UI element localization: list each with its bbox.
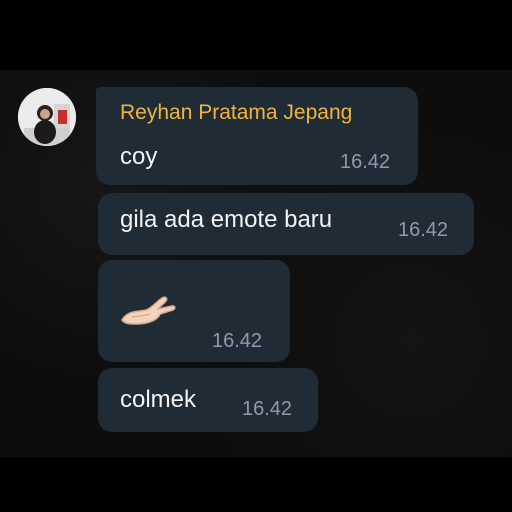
message-time: 16.42 — [340, 151, 391, 173]
message-bubble[interactable]: 16.42 — [98, 260, 290, 362]
screen: Reyhan Pratama Jepang coy 16.42 gila ada… — [0, 0, 512, 512]
message-text: coy — [120, 143, 158, 170]
palm-up-hand-icon — [118, 290, 178, 335]
message-time: 16.42 — [242, 398, 293, 420]
message-time: 16.42 — [398, 219, 449, 241]
message-bubble[interactable]: gila ada emote baru 16.42 — [98, 193, 474, 255]
message-text: colmek — [120, 386, 197, 413]
avatar-photo-icon — [18, 88, 76, 146]
message-bubble[interactable]: colmek 16.42 — [98, 368, 318, 432]
message-bubble[interactable]: Reyhan Pratama Jepang coy 16.42 — [96, 87, 418, 185]
sender-name[interactable]: Reyhan Pratama Jepang — [120, 101, 352, 125]
message-text: gila ada emote baru — [120, 206, 333, 233]
sender-avatar[interactable] — [18, 88, 76, 146]
message-time: 16.42 — [212, 330, 263, 352]
